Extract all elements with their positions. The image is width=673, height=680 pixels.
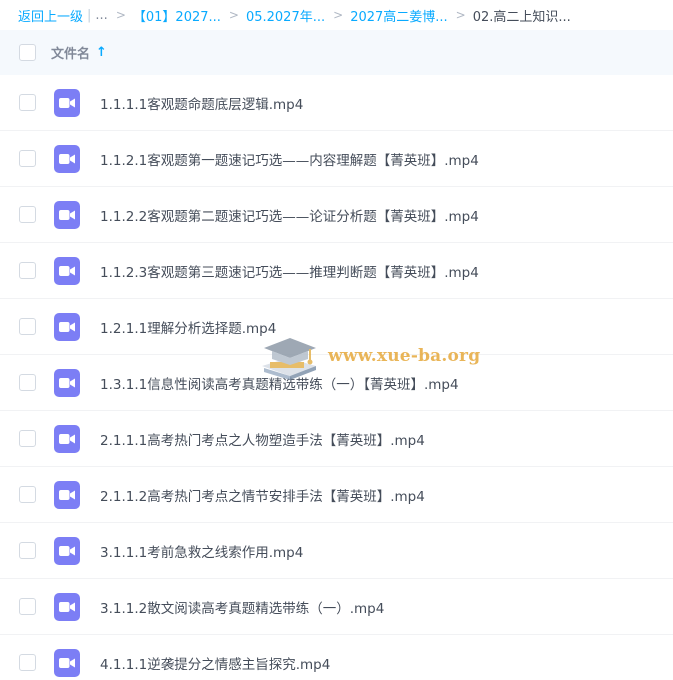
chevron-right-icon: > <box>333 8 344 22</box>
video-file-icon <box>54 88 80 117</box>
breadcrumb: 返回上一级 | ... > 【01】2027... > 05.2027年... … <box>0 0 673 30</box>
breadcrumb-ellipsis[interactable]: ... <box>95 8 107 23</box>
breadcrumb-item[interactable]: 【01】2027... <box>133 6 221 25</box>
file-row[interactable]: 1.1.2.1客观题第一题速记巧选——内容理解题【菁英班】.mp4 <box>0 131 673 187</box>
column-filename-header[interactable]: 文件名 ↑ <box>51 43 107 62</box>
video-file-icon <box>54 200 80 229</box>
chevron-right-icon: > <box>455 8 466 22</box>
video-file-icon <box>54 480 80 509</box>
file-row[interactable]: 1.1.2.2客观题第二题速记巧选——论证分析题【菁英班】.mp4 <box>0 187 673 243</box>
breadcrumb-current: 02.高二上知识... <box>472 9 571 25</box>
file-name[interactable]: 1.3.1.1信息性阅读高考真题精选带练（一）【菁英班】.mp4 <box>100 373 459 393</box>
breadcrumb-separator: | <box>87 7 92 23</box>
row-checkbox[interactable] <box>19 430 36 447</box>
video-file-icon <box>54 312 80 341</box>
video-file-icon <box>54 648 80 677</box>
chevron-right-icon: > <box>228 8 239 22</box>
row-checkbox[interactable] <box>19 598 36 615</box>
breadcrumb-item[interactable]: 2027高二姜博... <box>350 6 447 25</box>
row-checkbox[interactable] <box>19 542 36 559</box>
row-checkbox[interactable] <box>19 374 36 391</box>
file-name[interactable]: 4.1.1.1逆袭提分之情感主旨探究.mp4 <box>100 653 330 673</box>
select-all-checkbox[interactable] <box>19 44 36 61</box>
row-checkbox[interactable] <box>19 262 36 279</box>
file-name[interactable]: 3.1.1.2散文阅读高考真题精选带练（一）.mp4 <box>100 597 384 617</box>
chevron-right-icon: > <box>115 8 126 22</box>
row-checkbox[interactable] <box>19 654 36 671</box>
arrow-up-icon[interactable]: ↑ <box>96 45 107 60</box>
file-row[interactable]: 1.2.1.1理解分析选择题.mp4 <box>0 299 673 355</box>
video-file-icon <box>54 424 80 453</box>
file-name[interactable]: 1.1.2.2客观题第二题速记巧选——论证分析题【菁英班】.mp4 <box>100 205 479 225</box>
row-checkbox[interactable] <box>19 318 36 335</box>
video-file-icon <box>54 536 80 565</box>
file-row[interactable]: 1.1.1.1客观题命题底层逻辑.mp4 <box>0 75 673 131</box>
row-checkbox[interactable] <box>19 206 36 223</box>
file-row[interactable]: 1.1.2.3客观题第三题速记巧选——推理判断题【菁英班】.mp4 <box>0 243 673 299</box>
file-row[interactable]: 1.3.1.1信息性阅读高考真题精选带练（一）【菁英班】.mp4 <box>0 355 673 411</box>
row-checkbox[interactable] <box>19 94 36 111</box>
breadcrumb-item[interactable]: 05.2027年... <box>246 6 325 25</box>
row-checkbox[interactable] <box>19 486 36 503</box>
file-row[interactable]: 3.1.1.2散文阅读高考真题精选带练（一）.mp4 <box>0 579 673 635</box>
back-link[interactable]: 返回上一级 <box>18 6 83 25</box>
video-file-icon <box>54 368 80 397</box>
file-row[interactable]: 2.1.1.1高考热门考点之人物塑造手法【菁英班】.mp4 <box>0 411 673 467</box>
file-list: 1.1.1.1客观题命题底层逻辑.mp4 1.1.2.1客观题第一题速记巧选——内… <box>0 75 673 680</box>
video-file-icon <box>54 592 80 621</box>
file-name[interactable]: 3.1.1.1考前急救之线索作用.mp4 <box>100 541 303 561</box>
file-name[interactable]: 1.1.2.3客观题第三题速记巧选——推理判断题【菁英班】.mp4 <box>100 261 479 281</box>
row-checkbox[interactable] <box>19 150 36 167</box>
file-row[interactable]: 4.1.1.1逆袭提分之情感主旨探究.mp4 <box>0 635 673 680</box>
video-file-icon <box>54 256 80 285</box>
file-row[interactable]: 2.1.1.2高考热门考点之情节安排手法【菁英班】.mp4 <box>0 467 673 523</box>
file-name[interactable]: 2.1.1.1高考热门考点之人物塑造手法【菁英班】.mp4 <box>100 429 425 449</box>
file-list-header: 文件名 ↑ <box>0 30 673 75</box>
file-name[interactable]: 1.1.2.1客观题第一题速记巧选——内容理解题【菁英班】.mp4 <box>100 149 479 169</box>
file-name[interactable]: 2.1.1.2高考热门考点之情节安排手法【菁英班】.mp4 <box>100 485 425 505</box>
file-row[interactable]: 3.1.1.1考前急救之线索作用.mp4 <box>0 523 673 579</box>
column-filename-label: 文件名 <box>51 47 91 62</box>
file-name[interactable]: 1.2.1.1理解分析选择题.mp4 <box>100 317 276 337</box>
file-name[interactable]: 1.1.1.1客观题命题底层逻辑.mp4 <box>100 93 303 113</box>
video-file-icon <box>54 144 80 173</box>
